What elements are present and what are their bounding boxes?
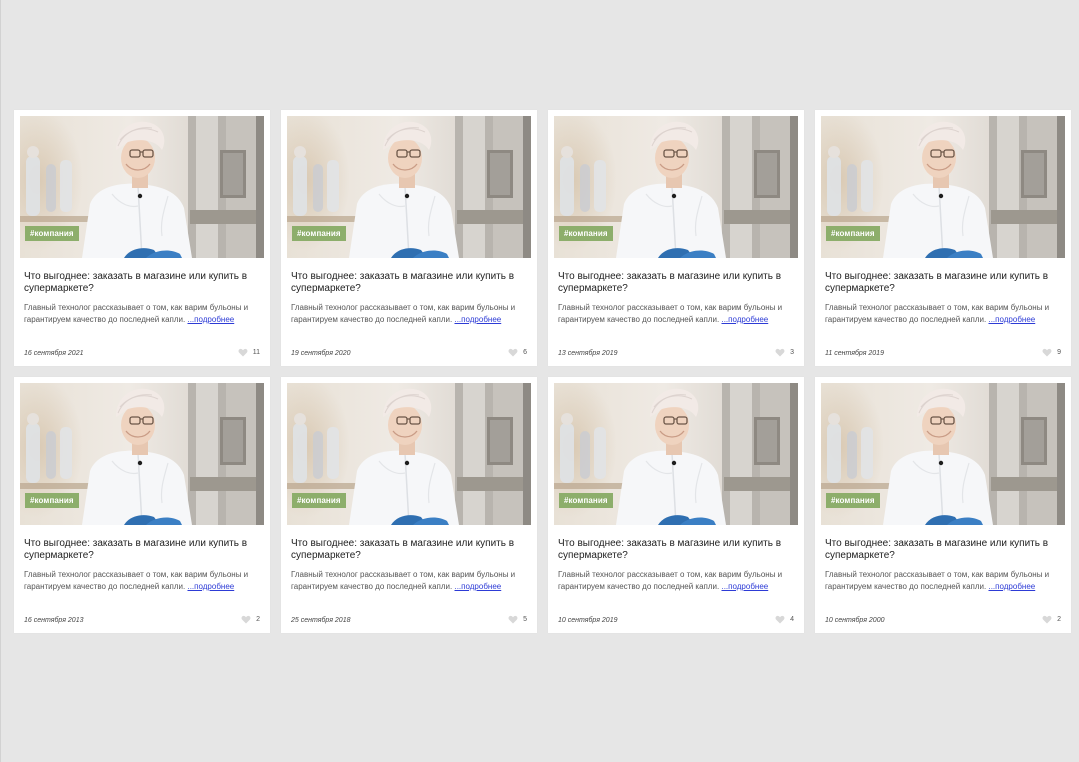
like-button[interactable]: 9 [1042, 348, 1061, 357]
like-button[interactable]: 2 [241, 615, 260, 624]
article-excerpt: Главный технолог рассказывает о том, как… [291, 302, 531, 326]
read-more-link[interactable]: ...подробнее [187, 315, 234, 324]
article-title[interactable]: Что выгоднее: заказать в магазине или ку… [558, 538, 794, 562]
articles-grid: #компания Что выгоднее: заказать в магаз… [14, 110, 1071, 633]
read-more-link[interactable]: ...подробнее [454, 582, 501, 591]
publish-date: 11 сентября 2019 [825, 350, 884, 357]
article-excerpt: Главный технолог рассказывает о том, как… [558, 569, 798, 593]
article-image[interactable]: #компания [287, 116, 531, 258]
like-count: 11 [252, 349, 260, 356]
article-image[interactable]: #компания [554, 383, 798, 525]
heart-icon [775, 348, 785, 357]
article-title[interactable]: Что выгоднее: заказать в магазине или ку… [24, 271, 260, 295]
article-excerpt: Главный технолог рассказывает о том, как… [24, 569, 264, 593]
heart-icon [775, 615, 785, 624]
publish-date: 16 сентября 2021 [24, 350, 84, 357]
category-tag[interactable]: #компания [826, 493, 880, 508]
heart-icon [508, 348, 518, 357]
publish-date: 13 сентября 2019 [558, 350, 618, 357]
like-count: 6 [523, 349, 527, 356]
like-count: 2 [256, 616, 260, 623]
heart-icon [1042, 348, 1052, 357]
article-image[interactable]: #компания [821, 383, 1065, 525]
heart-icon [241, 615, 251, 624]
read-more-link[interactable]: ...подробнее [988, 315, 1035, 324]
heart-icon [1042, 615, 1052, 624]
heart-icon [508, 615, 518, 624]
like-button[interactable]: 4 [775, 615, 794, 624]
article-image[interactable]: #компания [20, 116, 264, 258]
publish-date: 10 сентября 2000 [825, 617, 885, 624]
category-tag[interactable]: #компания [559, 493, 613, 508]
read-more-link[interactable]: ...подробнее [721, 315, 768, 324]
article-title[interactable]: Что выгоднее: заказать в магазине или ку… [291, 538, 527, 562]
category-tag[interactable]: #компания [559, 226, 613, 241]
article-card[interactable]: #компания Что выгоднее: заказать в магаз… [548, 110, 804, 366]
category-tag[interactable]: #компания [25, 226, 79, 241]
article-excerpt: Главный технолог рассказывает о том, как… [558, 302, 798, 326]
category-tag[interactable]: #компания [25, 493, 79, 508]
article-title[interactable]: Что выгоднее: заказать в магазине или ку… [291, 271, 527, 295]
read-more-link[interactable]: ...подробнее [988, 582, 1035, 591]
heart-icon [238, 348, 248, 357]
article-card[interactable]: #компания Что выгоднее: заказать в магаз… [281, 110, 537, 366]
article-image[interactable]: #компания [287, 383, 531, 525]
article-title[interactable]: Что выгоднее: заказать в магазине или ку… [558, 271, 794, 295]
category-tag[interactable]: #компания [292, 226, 346, 241]
like-button[interactable]: 11 [238, 348, 260, 357]
article-title[interactable]: Что выгоднее: заказать в магазине или ку… [825, 538, 1061, 562]
article-excerpt: Главный технолог рассказывает о том, как… [825, 302, 1065, 326]
page: #компания Что выгоднее: заказать в магаз… [0, 0, 1079, 762]
publish-date: 25 сентября 2018 [291, 617, 351, 624]
article-card[interactable]: #компания Что выгоднее: заказать в магаз… [14, 377, 270, 633]
article-title[interactable]: Что выгоднее: заказать в магазине или ку… [24, 538, 260, 562]
publish-date: 19 сентября 2020 [291, 350, 351, 357]
article-image[interactable]: #компания [554, 116, 798, 258]
article-card[interactable]: #компания Что выгоднее: заказать в магаз… [281, 377, 537, 633]
like-count: 2 [1057, 616, 1061, 623]
article-card[interactable]: #компания Что выгоднее: заказать в магаз… [548, 377, 804, 633]
article-card[interactable]: #компания Что выгоднее: заказать в магаз… [815, 377, 1071, 633]
like-button[interactable]: 2 [1042, 615, 1061, 624]
like-button[interactable]: 6 [508, 348, 527, 357]
article-excerpt: Главный технолог рассказывает о том, как… [291, 569, 531, 593]
like-count: 3 [790, 349, 794, 356]
article-excerpt: Главный технолог рассказывает о том, как… [24, 302, 264, 326]
like-button[interactable]: 3 [775, 348, 794, 357]
read-more-link[interactable]: ...подробнее [187, 582, 234, 591]
article-excerpt: Главный технолог рассказывает о том, как… [825, 569, 1065, 593]
article-image[interactable]: #компания [821, 116, 1065, 258]
read-more-link[interactable]: ...подробнее [454, 315, 501, 324]
read-more-link[interactable]: ...подробнее [721, 582, 768, 591]
category-tag[interactable]: #компания [292, 493, 346, 508]
article-title[interactable]: Что выгоднее: заказать в магазине или ку… [825, 271, 1061, 295]
publish-date: 16 сентября 2013 [24, 617, 84, 624]
category-tag[interactable]: #компания [826, 226, 880, 241]
publish-date: 10 сентября 2019 [558, 617, 618, 624]
like-count: 5 [523, 616, 527, 623]
article-image[interactable]: #компания [20, 383, 264, 525]
like-button[interactable]: 5 [508, 615, 527, 624]
like-count: 9 [1057, 349, 1061, 356]
article-card[interactable]: #компания Что выгоднее: заказать в магаз… [815, 110, 1071, 366]
article-card[interactable]: #компания Что выгоднее: заказать в магаз… [14, 110, 270, 366]
like-count: 4 [790, 616, 794, 623]
